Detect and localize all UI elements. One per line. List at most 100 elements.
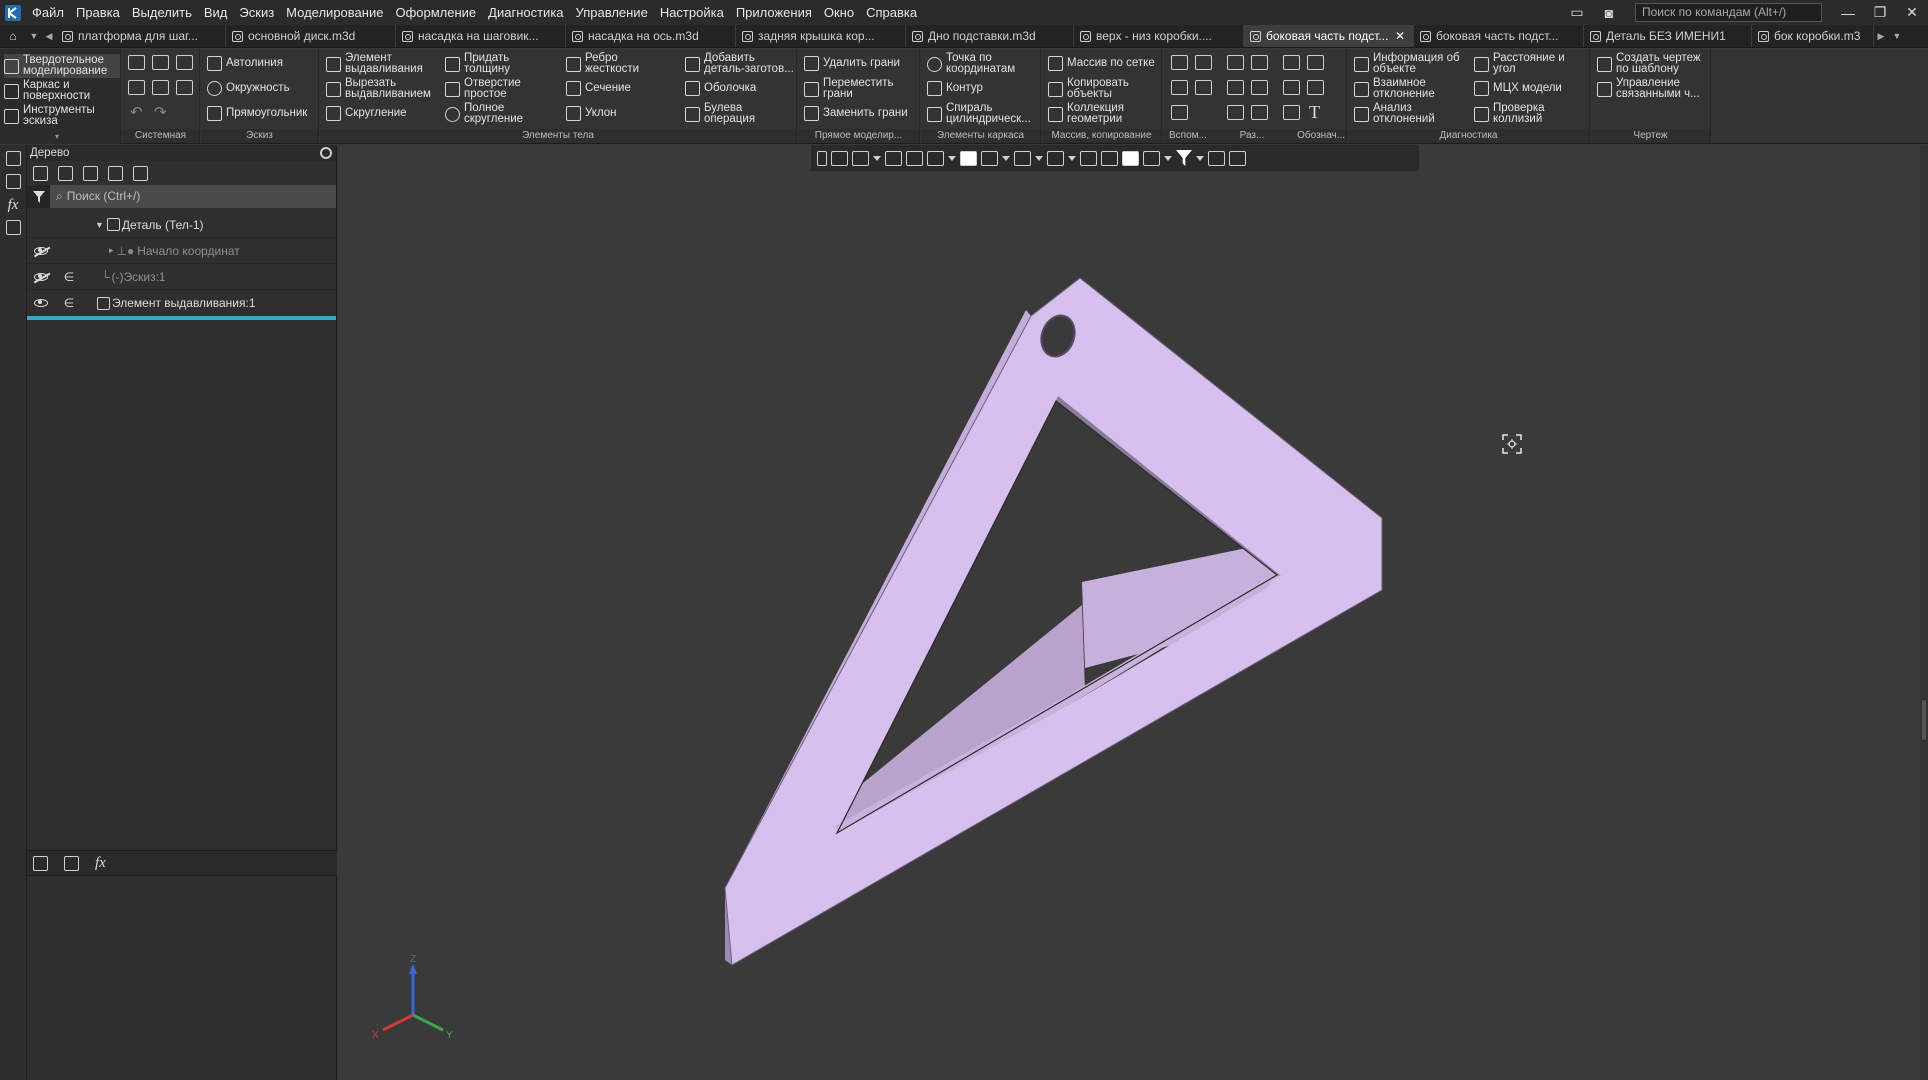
mode-solid-modeling[interactable]: Твердотельное моделирование (4, 54, 120, 78)
hide-dropdown-icon[interactable] (1035, 155, 1043, 161)
menu-management[interactable]: Управление (570, 0, 654, 25)
simple-hole-button[interactable]: Отверстие простое (445, 77, 540, 100)
sketch-plane-icon[interactable] (831, 150, 848, 166)
save-all-icon[interactable] (176, 80, 193, 95)
rotate-icon[interactable] (906, 150, 923, 166)
tab-document[interactable]: задняя крышка кор... (736, 25, 906, 47)
menu-edit[interactable]: Правка (70, 0, 126, 25)
cut-extrude-button[interactable]: Вырезать выдавливанием (326, 77, 436, 100)
shaded-display-icon[interactable] (960, 150, 977, 166)
tolerance-icon[interactable] (1307, 80, 1324, 95)
menu-diagnostics[interactable]: Диагностика (482, 0, 569, 25)
tabs-list-icon[interactable]: ▼ (1888, 31, 1906, 41)
aux-point-icon[interactable] (1171, 80, 1188, 95)
viewport-scrollbar[interactable] (1920, 145, 1928, 1080)
contour-button[interactable]: Контур (927, 81, 983, 96)
tabs-scroll-right-icon[interactable]: ▶ (1874, 31, 1888, 42)
replace-faces-button[interactable]: Заменить грани (804, 106, 908, 121)
visibility-toggle[interactable] (27, 270, 55, 284)
menu-help[interactable]: Справка (860, 0, 923, 25)
preview-icon[interactable] (152, 80, 169, 95)
menu-view[interactable]: Вид (198, 0, 234, 25)
deviation-analysis-button[interactable]: Анализ отклонений (1354, 102, 1469, 125)
orientation-icon[interactable] (927, 150, 944, 166)
pipette-icon[interactable] (1229, 150, 1246, 166)
selection-mode-icon[interactable] (1122, 150, 1139, 166)
tab-document-active[interactable]: боковая часть подст... ✕ (1244, 25, 1414, 47)
menu-select[interactable]: Выделить (126, 0, 198, 25)
tab-document[interactable]: бок коробки.m3 (1752, 25, 1874, 47)
gear-icon[interactable] (320, 147, 332, 159)
panel-layout-icon[interactable]: ▭ (1561, 4, 1593, 21)
dim-more-icon[interactable] (1227, 105, 1244, 120)
copy-objects-button[interactable]: Копировать объекты (1048, 77, 1158, 100)
circle-button[interactable]: Окружность (207, 81, 290, 96)
filter-active-icon[interactable] (1176, 150, 1192, 166)
print-icon[interactable] (128, 80, 145, 95)
tab-document[interactable]: верх - низ коробки.... (1074, 25, 1244, 47)
hole-callout-icon[interactable] (1251, 105, 1268, 120)
mark-icon[interactable] (1283, 105, 1300, 120)
restore-button[interactable]: ❐ (1864, 4, 1896, 21)
app-logo-icon[interactable] (0, 0, 26, 25)
tree-search-input[interactable]: ⌕ Поиск (Ctrl+/) (50, 185, 336, 208)
redo-icon[interactable]: ↷ (154, 103, 167, 121)
measure-icon[interactable] (1208, 150, 1225, 166)
pan-icon[interactable] (885, 150, 902, 166)
rectangle-button[interactable]: Прямоугольник (207, 106, 307, 121)
tree-panel-icon[interactable] (5, 151, 21, 166)
variables-fx-icon[interactable]: fx (0, 197, 26, 214)
save-icon[interactable] (176, 55, 193, 70)
variables-tab-icon[interactable]: fx (95, 855, 106, 872)
rib-button[interactable]: Ребро жесткости (566, 52, 656, 75)
select-dropdown-icon[interactable] (1164, 155, 1172, 161)
tree-structure-icon[interactable] (33, 165, 48, 181)
expand-arrow-icon[interactable]: ▸ (109, 245, 114, 256)
polyline-button[interactable]: Автолиния (207, 56, 283, 71)
extrude-button[interactable]: Элемент выдавливания (326, 52, 430, 75)
tab-document[interactable]: насадка на шаговик... (396, 25, 566, 47)
mass-properties-button[interactable]: МЦХ модели (1474, 81, 1562, 96)
mutual-deviation-button[interactable]: Взаимное отклонение (1354, 77, 1469, 100)
menu-window[interactable]: Окно (818, 0, 860, 25)
zoom-icon[interactable] (852, 150, 869, 166)
snap-icon[interactable] (1080, 150, 1097, 166)
3d-viewport[interactable]: Z X Y (338, 145, 1928, 1080)
display-dropdown-icon[interactable] (1002, 155, 1010, 161)
aux-axis-icon[interactable] (1195, 55, 1212, 70)
create-drawing-button[interactable]: Создать чертеж по шаблону (1597, 52, 1709, 75)
manage-linked-drawings-button[interactable]: Управление связанными ч... (1597, 77, 1709, 100)
screenshot-icon[interactable]: ◙ (1593, 5, 1625, 21)
base-icon[interactable] (1283, 80, 1300, 95)
point-by-coords-button[interactable]: Точка по координатам (927, 52, 1037, 75)
aux-plane-icon[interactable] (1171, 55, 1188, 70)
expand-modes-icon[interactable]: ▾ (55, 132, 59, 141)
visibility-toggle[interactable] (27, 296, 55, 310)
properties-panel-icon[interactable] (5, 174, 21, 189)
tab-document[interactable]: Деталь БЕЗ ИМЕНИ1 (1584, 25, 1752, 47)
scrollbar-thumb[interactable] (1922, 700, 1926, 740)
tree-filter-icon[interactable] (108, 165, 123, 181)
tab-document[interactable]: насадка на ось.m3d (566, 25, 736, 47)
grid-array-button[interactable]: Массив по сетке (1048, 56, 1155, 71)
collapse-arrow-icon[interactable]: ▼ (95, 220, 104, 230)
command-search-input[interactable]: Поиск по командам (Alt+/) (1635, 3, 1822, 22)
tree-node-extrusion[interactable]: ∈ Элемент выдавливания:1 (27, 290, 336, 320)
tab-document[interactable]: боковая часть подст... (1414, 25, 1584, 47)
diameter-dim-icon[interactable] (1251, 80, 1268, 95)
properties-tab-icon[interactable] (64, 855, 79, 871)
shell-button[interactable]: Оболочка (685, 81, 756, 96)
zoom-dropdown-icon[interactable] (873, 155, 881, 161)
distance-angle-button[interactable]: Расстояние и угол (1474, 52, 1586, 75)
menu-modeling[interactable]: Моделирование (280, 0, 389, 25)
tree-tab-icon[interactable] (33, 855, 48, 871)
section-button[interactable]: Сечение (566, 81, 631, 96)
tab-document[interactable]: Дно подставки.m3d (906, 25, 1074, 47)
close-tab-icon[interactable]: ✕ (1395, 29, 1405, 43)
full-round-button[interactable]: Полное скругление (445, 102, 540, 125)
orientation-dropdown-icon[interactable] (948, 155, 956, 161)
mode-sketch-tools[interactable]: Инструменты эскиза (4, 104, 115, 127)
object-info-button[interactable]: Информация об объекте (1354, 52, 1469, 75)
tree-build-order-icon[interactable] (58, 165, 73, 181)
draft-button[interactable]: Уклон (566, 106, 617, 121)
